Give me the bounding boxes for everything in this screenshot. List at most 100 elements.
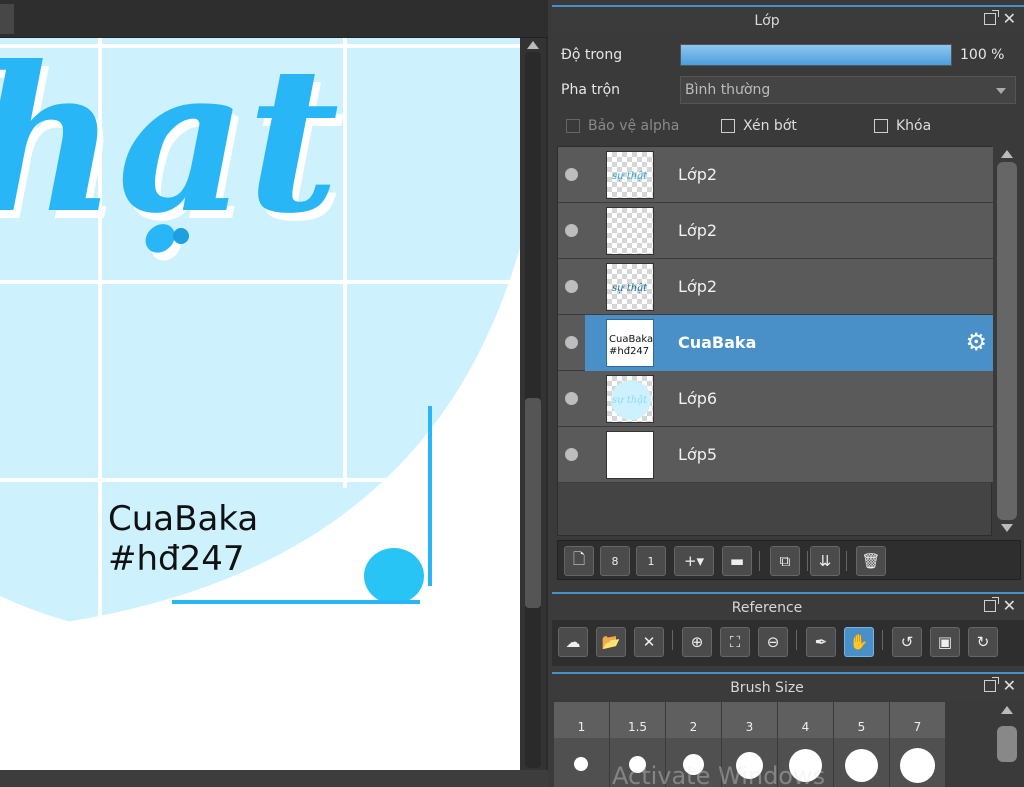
close-icon[interactable]: ✕ [1003,9,1016,28]
scroll-thumb[interactable] [997,162,1017,520]
layer-row[interactable]: sự thật Lớp2 [558,259,993,315]
chevron-down-icon [996,88,1006,94]
add-layer-menu-button[interactable]: +▾ [674,546,714,576]
layer-name: Lớp2 [678,221,718,240]
canvas-area[interactable]: hạt hạt CuaBaka #hđ247 [0,0,548,787]
new-8bit-layer-button[interactable]: 8 [600,546,630,576]
layer-panel-header: Lớp ✕ [552,5,1024,33]
scroll-down-arrow-icon[interactable] [1001,524,1013,532]
thumbnail-caption-line1: CuaBaka [609,334,653,345]
scroll-thumb[interactable] [525,398,541,608]
brush-size-cell[interactable]: 7 [890,702,945,787]
toolbar-separator [672,630,673,650]
duplicate-layer-button[interactable]: ⧉ [770,546,800,576]
protect-alpha-checkbox[interactable] [566,119,580,133]
layer-row-selected[interactable]: CuaBaka #hđ247 CuaBaka ⚙ [558,315,993,371]
canvas-horizontal-scrollbar[interactable] [0,770,548,787]
layer-list[interactable]: sự thật Lớp2 Lớp2 sự thật Lớp2 CuaBaka #… [557,146,993,536]
rotate-right-icon: ↻ [976,633,990,651]
rotate-right-button[interactable]: ↻ [968,627,998,657]
lock-checkbox[interactable] [874,119,888,133]
scroll-up-arrow-icon[interactable] [1001,150,1013,158]
signature-line2: #hđ247 [108,539,245,579]
layer-thumbnail [606,431,654,479]
right-panel: Lớp ✕ Độ trong 100 % Pha trộn Bình thườn… [552,0,1024,787]
popout-icon[interactable] [984,677,999,692]
script-text: hạt [0,38,339,258]
toolbar-separator [796,630,797,650]
fit-icon: ⛶ [729,633,741,651]
gear-icon[interactable]: ⚙ [965,330,987,354]
close-icon[interactable]: ✕ [1003,676,1016,695]
layer-row[interactable]: Lớp2 [558,203,993,259]
opacity-slider-fill [681,45,951,65]
delete-layer-button[interactable]: 🗑 [856,546,886,576]
layer-row[interactable]: Lớp5 [558,427,993,483]
layer-list-scrollbar[interactable] [993,146,1021,536]
layer-panel-title: Lớp [754,13,780,29]
visibility-eye-icon[interactable] [565,336,578,349]
eyedropper-button[interactable]: ✒ [806,627,836,657]
blend-mode-select[interactable]: Bình thường [680,76,1016,104]
merge-layer-button[interactable]: ⇊ [810,546,840,576]
note-head [364,548,424,604]
reference-toolbar: ☁ 📂 ✕ ⊕ ⛶ ⊖ ✒ ✋ ↺ ▣ ↻ [552,620,1024,666]
layer-name: Lớp2 [678,277,718,296]
layer-row[interactable]: sự thật Lớp2 [558,147,993,203]
opacity-slider[interactable] [680,44,952,66]
visibility-eye-icon[interactable] [565,224,578,237]
visibility-eye-icon[interactable] [565,392,578,405]
folder-open-button[interactable]: 📂 [596,627,626,657]
new-1bit-layer-icon: 1 [647,554,655,568]
clipping-checkbox[interactable] [721,119,735,133]
hand-tool-button[interactable]: ✋ [844,627,874,657]
canvas-tab-stub[interactable] [0,4,14,34]
brush-size-panel-header: Brush Size ✕ [552,672,1024,700]
protect-alpha-option[interactable]: Bảo vệ alpha [566,118,679,134]
brush-size-label: 5 [834,702,889,738]
brush-dot [845,749,878,782]
clipping-label: Xén bớt [743,118,797,134]
brush-size-cell[interactable]: 1 [554,702,609,787]
visibility-eye-icon[interactable] [565,280,578,293]
delete-layer-icon: 🗑 [861,552,881,570]
rotate-left-button[interactable]: ↺ [892,627,922,657]
canvas-vertical-scrollbar[interactable] [520,38,546,770]
layer-thumbnail: CuaBaka #hđ247 [606,319,654,367]
visibility-eye-icon[interactable] [565,168,578,181]
brush-size-scrollbar[interactable] [993,702,1021,787]
brush-size-panel-title: Brush Size [730,680,804,696]
lock-option[interactable]: Khóa [874,118,931,134]
fit-screen-icon: ▣ [937,633,953,651]
drawing-canvas[interactable]: hạt hạt CuaBaka #hđ247 [0,38,520,770]
new-folder-button[interactable]: ▬ [722,546,752,576]
add-layer-menu-icon: +▾ [683,552,705,570]
zoom-out-icon: ⊖ [766,633,780,651]
brush-size-label: 2 [666,702,721,738]
brush-size-cell[interactable]: 5 [834,702,889,787]
scroll-thumb[interactable] [997,726,1017,762]
toolbar-separator [807,551,808,571]
brush-size-label: 3 [722,702,777,738]
new-folder-icon: ▬ [729,552,745,570]
new-1bit-layer-button[interactable]: 1 [636,546,666,576]
visibility-eye-icon[interactable] [565,448,578,461]
close-icon[interactable]: ✕ [1003,596,1016,615]
clear-reference-button[interactable]: ✕ [634,627,664,657]
brush-preview [890,738,945,787]
scroll-up-arrow-icon[interactable] [527,41,539,49]
new-layer-button[interactable]: 🗋 [564,546,594,576]
popout-icon[interactable] [984,597,999,612]
zoom-out-button[interactable]: ⊖ [758,627,788,657]
toolbar-separator [882,630,883,650]
fit-button[interactable]: ⛶ [720,627,750,657]
layer-thumbnail: sự thật [606,263,654,311]
popout-icon[interactable] [984,10,999,25]
cloud-open-button[interactable]: ☁ [558,627,588,657]
brush-preview [554,738,609,787]
fit-screen-button[interactable]: ▣ [930,627,960,657]
scroll-up-arrow-icon[interactable] [1001,706,1013,714]
layer-row[interactable]: sự thật Lớp6 [558,371,993,427]
zoom-in-button[interactable]: ⊕ [682,627,712,657]
clipping-option[interactable]: Xén bớt [721,118,797,134]
